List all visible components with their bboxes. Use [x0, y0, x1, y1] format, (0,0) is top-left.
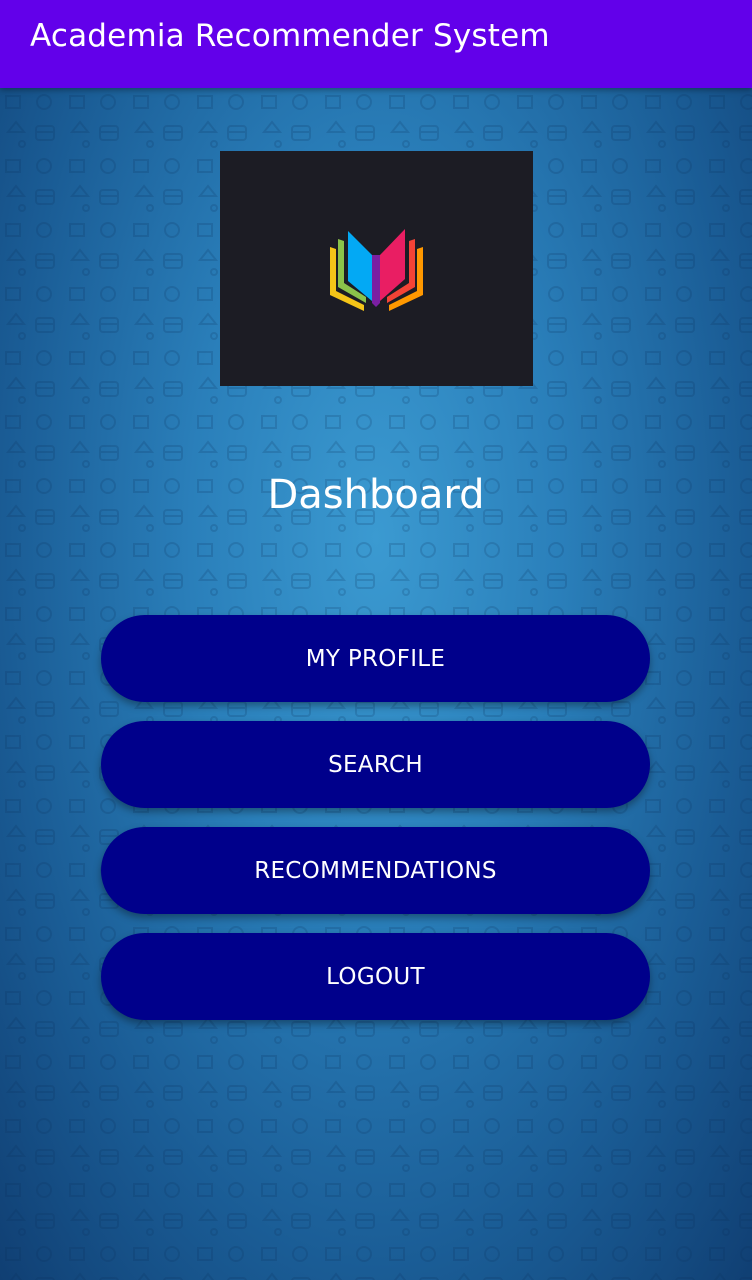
recommendations-button[interactable]: RECOMMENDATIONS: [101, 827, 650, 914]
app-title: Academia Recommender System: [30, 18, 550, 54]
search-button[interactable]: SEARCH: [101, 721, 650, 808]
logout-button[interactable]: LOGOUT: [101, 933, 650, 1020]
app-bar: Academia Recommender System: [0, 0, 752, 88]
app-logo: [220, 151, 533, 386]
dashboard-screen: Academia Recommender System Dashboard MY…: [0, 0, 752, 1280]
colorful-open-book-icon: [330, 229, 423, 311]
dashboard-heading: Dashboard: [267, 472, 485, 518]
my-profile-button[interactable]: MY PROFILE: [101, 615, 650, 702]
